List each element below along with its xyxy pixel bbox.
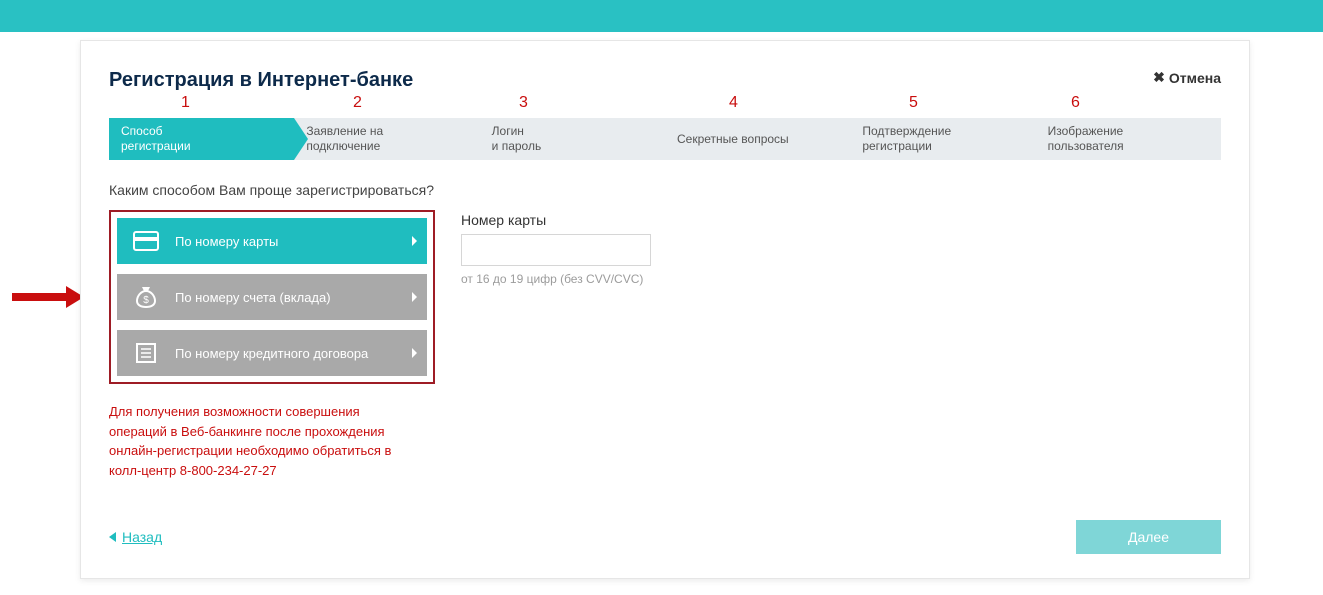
step-label: Способ регистрации	[121, 124, 191, 154]
wizard-number: 4	[729, 94, 738, 112]
arrow-left-icon	[109, 532, 116, 542]
close-icon: ✖	[1153, 69, 1165, 86]
wizard-step-secret[interactable]: Секретные вопросы	[665, 118, 850, 160]
step-label: Секретные вопросы	[677, 132, 789, 147]
registration-panel: Регистрация в Интернет-банке ✖ Отмена 1 …	[80, 40, 1250, 579]
card-number-input[interactable]	[461, 234, 651, 266]
step-label: Логин и пароль	[492, 124, 542, 154]
cancel-label: Отмена	[1169, 70, 1221, 86]
page-title: Регистрация в Интернет-банке	[109, 69, 413, 92]
option-by-card[interactable]: По номеру карты	[117, 218, 427, 264]
top-bar	[0, 0, 1323, 32]
back-label: Назад	[122, 529, 162, 545]
wizard-numbers: 1 2 3 4 5 6	[109, 94, 1221, 114]
wizard-number: 5	[909, 94, 918, 112]
option-label: По номеру счета (вклада)	[175, 290, 331, 305]
wizard-number: 1	[181, 94, 190, 112]
wizard-number: 6	[1071, 94, 1080, 112]
options-group: По номеру карты $ По номеру счета (вклад…	[109, 210, 435, 384]
wizard-step-confirm[interactable]: Подтверждение регистрации	[850, 118, 1035, 160]
next-button[interactable]: Далее	[1076, 520, 1221, 554]
card-field-hint: от 16 до 19 цифр (без CVV/CVC)	[461, 272, 651, 286]
wizard-step-application[interactable]: Заявление на подключение	[294, 118, 479, 160]
option-label: По номеру кредитного договора	[175, 346, 368, 361]
question-text: Каким способом Вам проще зарегистрироват…	[109, 182, 1221, 198]
notice-text: Для получения возможности совершения опе…	[109, 402, 419, 480]
wizard-number: 3	[519, 94, 528, 112]
wizard-step-login[interactable]: Логин и пароль	[480, 118, 665, 160]
option-by-credit[interactable]: По номеру кредитного договора	[117, 330, 427, 376]
card-field-group: Номер карты от 16 до 19 цифр (без CVV/CV…	[461, 210, 651, 286]
option-by-account[interactable]: $ По номеру счета (вклада)	[117, 274, 427, 320]
annotation-arrow	[12, 286, 88, 308]
chevron-right-icon	[412, 348, 417, 358]
option-label: По номеру карты	[175, 234, 278, 249]
step-label: Изображение пользователя	[1048, 124, 1124, 154]
card-icon	[129, 231, 163, 251]
wizard-number: 2	[353, 94, 362, 112]
chevron-right-icon	[412, 292, 417, 302]
card-field-label: Номер карты	[461, 212, 651, 228]
step-label: Подтверждение регистрации	[862, 124, 951, 154]
chevron-right-icon	[412, 236, 417, 246]
back-button[interactable]: Назад	[109, 529, 162, 545]
cancel-button[interactable]: ✖ Отмена	[1153, 69, 1221, 86]
svg-text:$: $	[143, 295, 149, 306]
wizard-step-method[interactable]: Способ регистрации	[109, 118, 294, 160]
money-bag-icon: $	[129, 285, 163, 309]
wizard-step-image[interactable]: Изображение пользователя	[1036, 118, 1221, 160]
step-label: Заявление на подключение	[306, 124, 383, 154]
wizard-steps: Способ регистрации Заявление на подключе…	[109, 118, 1221, 160]
document-icon	[129, 342, 163, 364]
